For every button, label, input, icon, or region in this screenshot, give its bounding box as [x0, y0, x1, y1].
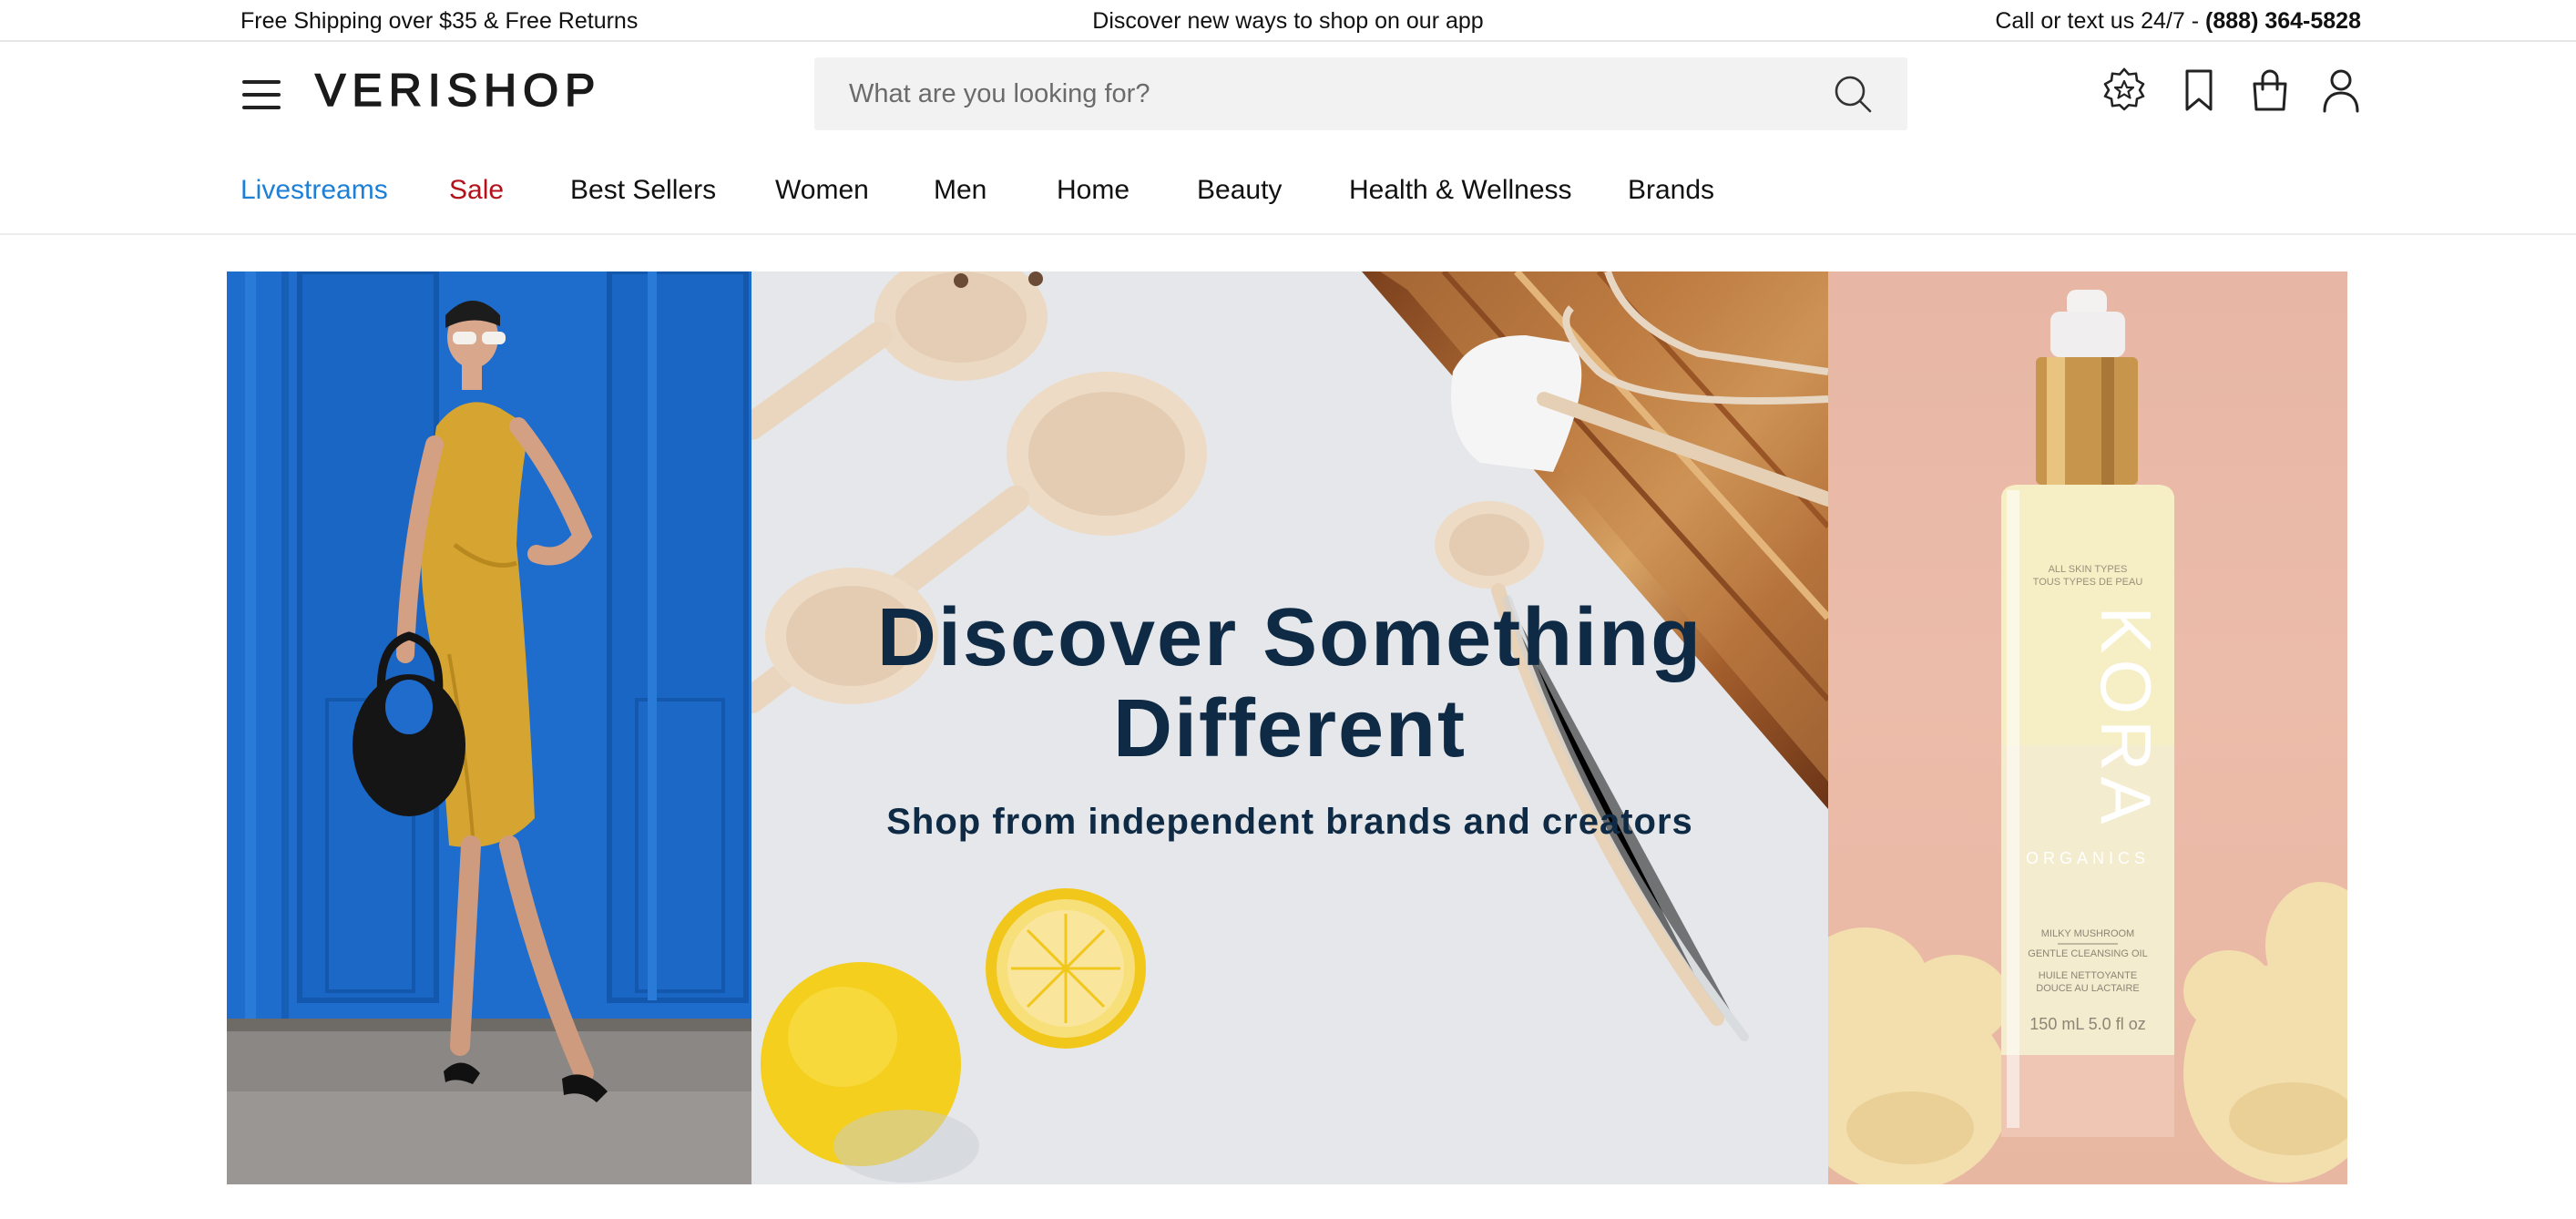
shopping-bag-icon[interactable]	[2248, 67, 2292, 113]
hero-banner: Discover Something Different Shop from i…	[227, 271, 2347, 1184]
site-header: VERISHOP	[0, 42, 2576, 151]
bookmark-icon[interactable]	[2177, 67, 2221, 113]
nav-item-livestreams[interactable]: Livestreams	[240, 175, 388, 206]
nav-item-beauty[interactable]: Beauty	[1197, 175, 1282, 206]
contact-text: Call or text us 24/7 - (888) 364-5828	[1995, 8, 2361, 35]
nav-item-home[interactable]: Home	[1057, 175, 1130, 206]
main-nav: Livestreams Sale Best Sellers Women Men …	[0, 151, 2576, 235]
phone-number[interactable]: (888) 364-5828	[2205, 8, 2361, 34]
nav-item-best-sellers[interactable]: Best Sellers	[570, 175, 716, 206]
search-icon[interactable]	[1833, 74, 1873, 114]
nav-item-sale[interactable]: Sale	[449, 175, 504, 206]
contact-prefix: Call or text us 24/7 -	[1995, 8, 2206, 34]
announcement-bar: Free Shipping over $35 & Free Returns Di…	[0, 0, 2576, 42]
nav-item-women[interactable]: Women	[775, 175, 869, 206]
hero-banner-link[interactable]	[227, 271, 2347, 1184]
menu-icon[interactable]	[242, 80, 281, 109]
nav-item-health-wellness[interactable]: Health & Wellness	[1349, 175, 1572, 206]
rewards-badge-icon[interactable]	[2102, 67, 2146, 113]
site-logo[interactable]: VERISHOP	[314, 64, 601, 117]
nav-item-brands[interactable]: Brands	[1628, 175, 1714, 206]
search-bar	[814, 57, 1907, 130]
account-icon[interactable]	[2319, 67, 2363, 113]
nav-item-men[interactable]: Men	[934, 175, 986, 206]
search-input[interactable]	[814, 57, 1816, 130]
